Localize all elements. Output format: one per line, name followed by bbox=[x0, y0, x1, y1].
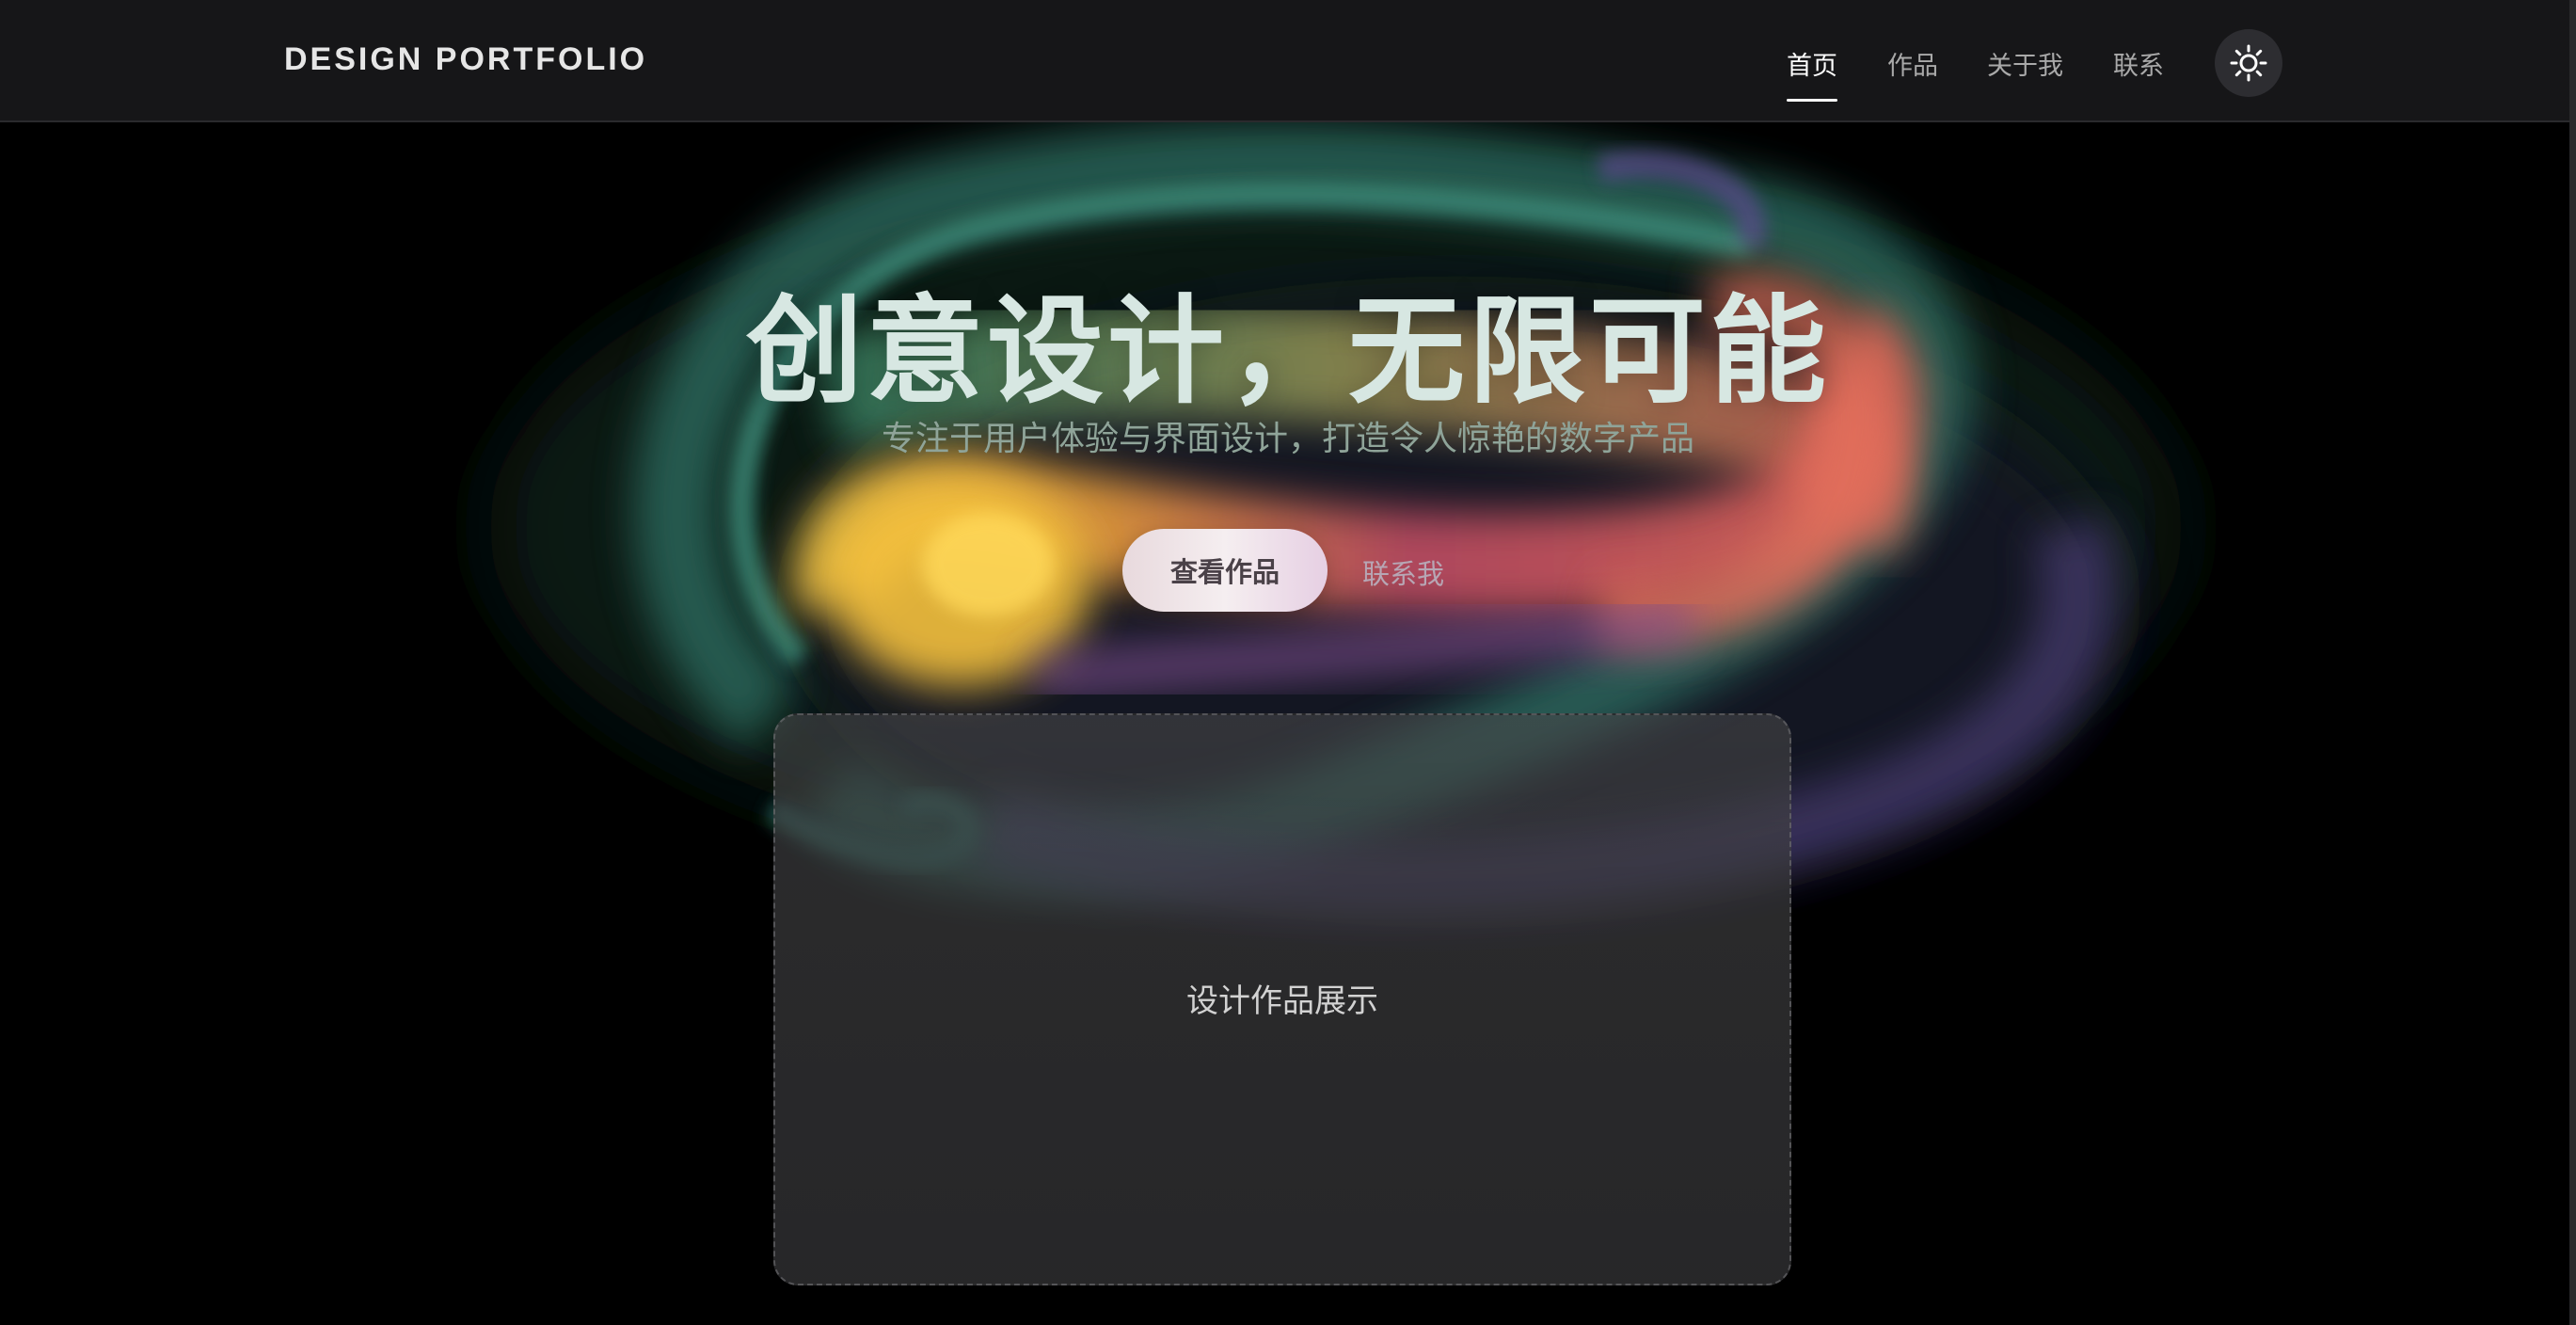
nav-item-home[interactable]: 首页 bbox=[1787, 45, 1837, 102]
contact-me-link[interactable]: 联系我 bbox=[1362, 552, 1444, 592]
page: DESIGN PORTFOLIO 首页 作品 关于我 联系 创意设计，无限可能 … bbox=[0, 0, 2576, 1325]
hero-subtitle: 专注于用户体验与界面设计，打造令人惊艳的数字产品 bbox=[881, 420, 1694, 458]
nav-item-about[interactable]: 关于我 bbox=[1987, 45, 2063, 82]
hero-title: 创意设计，无限可能 bbox=[745, 284, 1830, 420]
sun-icon bbox=[2230, 44, 2267, 82]
showcase-card: 设计作品展示 bbox=[773, 713, 1791, 1285]
nav-item-label: 首页 bbox=[1787, 52, 1837, 81]
theme-toggle-button[interactable] bbox=[2215, 29, 2282, 97]
nav-item-label: 联系 bbox=[2113, 52, 2164, 81]
nav-item-contact[interactable]: 联系 bbox=[2113, 45, 2164, 82]
window-edge bbox=[2569, 0, 2576, 1325]
showcase-label: 设计作品展示 bbox=[1186, 982, 1378, 1020]
nav-item-label: 关于我 bbox=[1987, 52, 2063, 81]
top-navbar: DESIGN PORTFOLIO 首页 作品 关于我 联系 bbox=[0, 0, 2576, 122]
nav-item-works[interactable]: 作品 bbox=[1887, 45, 1938, 82]
view-works-button[interactable]: 查看作品 bbox=[1122, 529, 1328, 612]
active-nav-indicator bbox=[1787, 99, 1837, 102]
nav-item-label: 作品 bbox=[1887, 52, 1938, 81]
brand-logo[interactable]: DESIGN PORTFOLIO bbox=[284, 41, 647, 78]
